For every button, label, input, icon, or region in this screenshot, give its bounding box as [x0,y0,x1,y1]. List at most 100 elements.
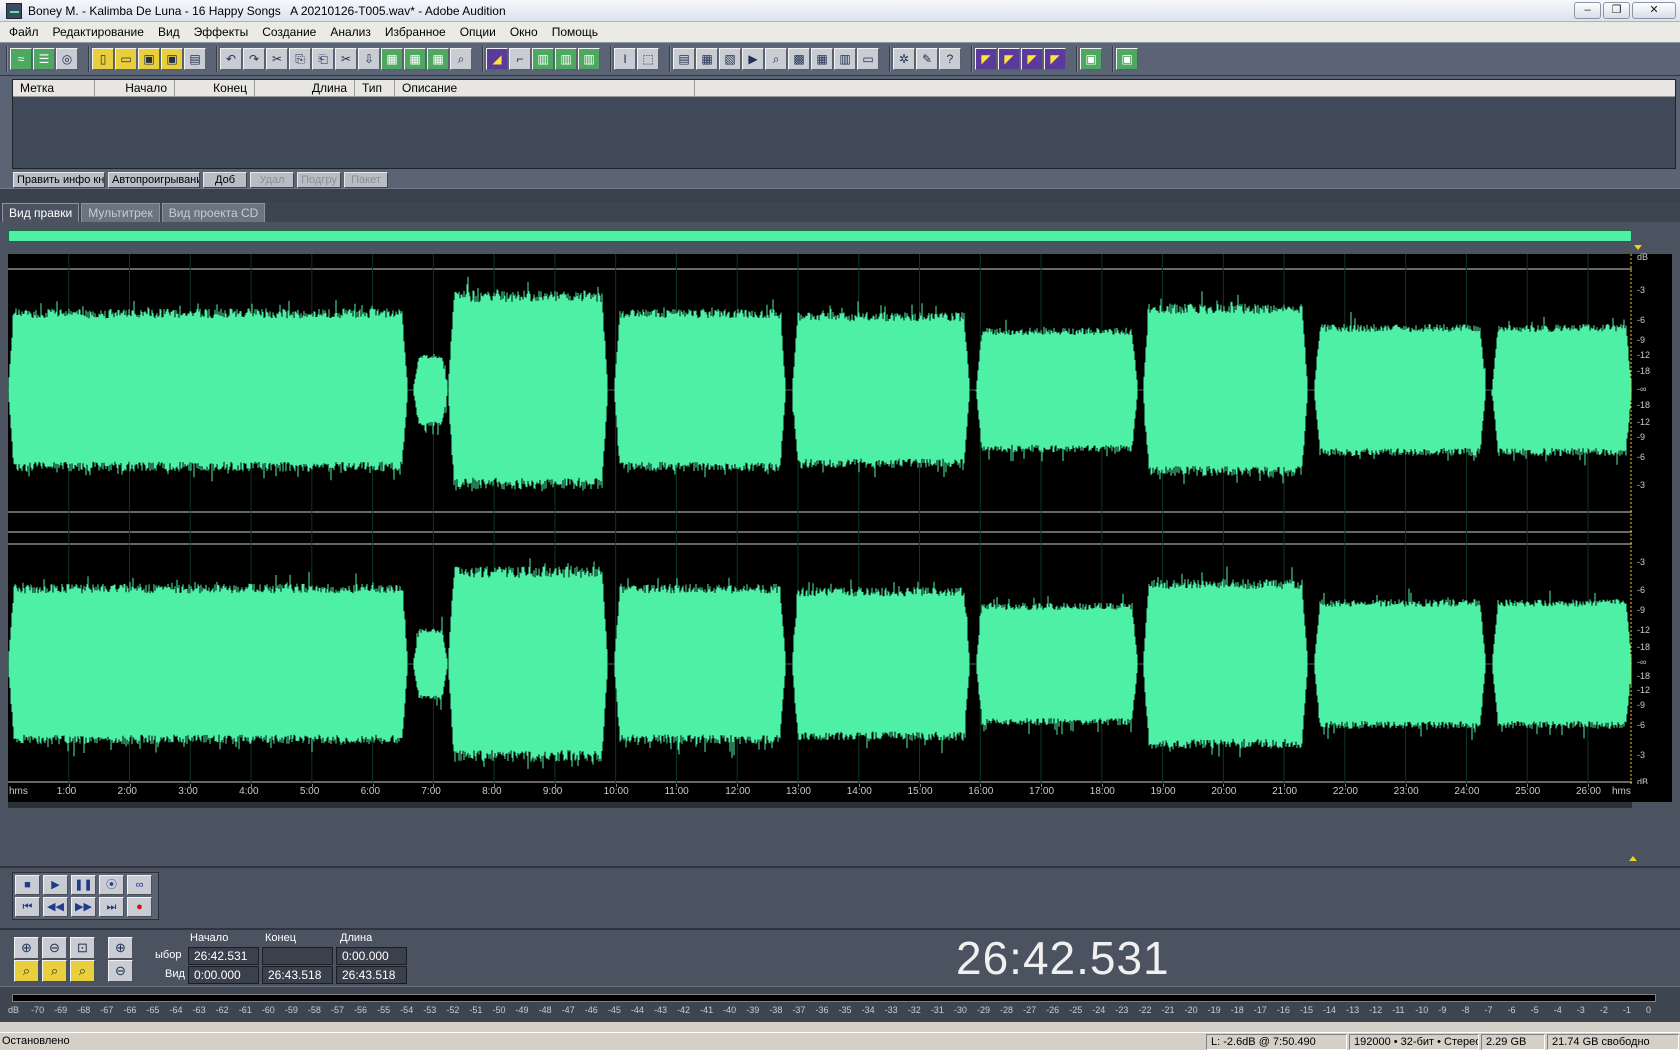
cue-column-label[interactable]: Метка [13,80,95,96]
favorite-2-icon[interactable]: ◤ [998,48,1020,70]
waveform-overview-bar[interactable] [8,230,1632,242]
add-cue-button[interactable]: Доб [203,172,247,188]
cd-burn-icon[interactable]: ▣ [1116,48,1138,70]
load-cue-button[interactable]: Подгру [297,172,341,188]
undo-icon[interactable]: ↶ [220,48,242,70]
open-file-icon[interactable]: ▭ [115,48,137,70]
menu-edit[interactable]: Редактирование [46,22,151,42]
tab-multitrack[interactable]: Мультитрек [81,203,160,222]
spectral-icon[interactable]: ▥ [555,48,577,70]
play-to-end-button[interactable]: ⦿ [99,875,124,895]
cd-view-icon[interactable]: ◎ [56,48,78,70]
minimize-button[interactable]: – [1574,2,1601,19]
level-meter-track[interactable] [12,994,1656,1002]
cut-icon[interactable]: ✂ [266,48,288,70]
cue-column-start[interactable]: Начало [95,80,175,96]
cue-list[interactable]: Метка Начало Конец Длина Тип Описание [12,79,1676,169]
paste-mix-icon[interactable]: ▦ [427,48,449,70]
stop-button[interactable]: ■ [15,875,40,895]
horizontal-scrollbar[interactable] [8,802,1632,808]
save-as-icon[interactable]: ▣ [161,48,183,70]
favorite-1-icon[interactable]: ◤ [975,48,997,70]
marquee-tool-icon[interactable]: ⬚ [637,48,659,70]
envelope-icon[interactable]: ◢ [486,48,508,70]
zoom-selection-icon[interactable]: ⌕ [70,960,95,982]
close-button[interactable]: ✕ [1632,2,1676,19]
zoom-in-vertical-icon[interactable]: ⊕ [108,937,133,959]
paste-new-icon[interactable]: ▦ [381,48,403,70]
zoom-display-icon[interactable]: ⌕ [765,48,787,70]
favorite-4-icon[interactable]: ◤ [1044,48,1066,70]
record-button[interactable]: ● [127,897,152,917]
panel-divider[interactable] [0,188,1680,202]
view-end-field[interactable]: 26:43.518 [262,966,333,984]
help-icon[interactable]: ? [939,48,961,70]
view-start-field[interactable]: 0:00.000 [188,966,259,984]
copy-icon[interactable]: ⎘ [289,48,311,70]
zoom-to-left-icon[interactable]: ⌕ [14,960,39,982]
selection-start-field[interactable]: 26:42.531 [188,947,259,965]
menu-options[interactable]: Опции [453,22,503,42]
tab-cd-project[interactable]: Вид проекта CD [161,203,266,222]
autoplay-button[interactable]: Автопроигрывани [108,172,200,188]
frequency-analysis-icon[interactable]: ▥ [834,48,856,70]
menu-favorites[interactable]: Избранное [378,22,453,42]
loop-button[interactable]: ∞ [127,875,152,895]
end-playhead-marker[interactable] [1629,856,1637,861]
time-selection-tool-icon[interactable]: I [614,48,636,70]
tab-edit-view[interactable]: Вид правки [2,203,80,222]
batch-icon[interactable]: ▣ [1080,48,1102,70]
zoom-in-horizontal-icon[interactable]: ⊕ [14,937,39,959]
paste-icon[interactable]: ⇩ [358,48,380,70]
zoom-out-horizontal-icon[interactable]: ⊖ [42,937,67,959]
delete-cue-button[interactable]: Удал [250,172,294,188]
cue-column-length[interactable]: Длина [255,80,355,96]
mix-paste-icon[interactable]: ▦ [404,48,426,70]
new-file-icon[interactable]: ▯ [92,48,114,70]
selection-length-field[interactable]: 0:00.000 [336,947,407,965]
zoom-out-vertical-icon[interactable]: ⊖ [108,960,133,982]
menu-effects[interactable]: Эффекты [187,22,256,42]
info-icon[interactable]: ▭ [857,48,879,70]
zoom-to-right-icon[interactable]: ⌕ [42,960,67,982]
spectral-display-icon[interactable]: ▦ [696,48,718,70]
go-to-end-button[interactable]: ⏭ [99,897,124,917]
play-button[interactable]: ▶ [43,875,68,895]
cue-column-end[interactable]: Конец [175,80,255,96]
redo-icon[interactable]: ↷ [243,48,265,70]
noise-reduction-icon[interactable]: ▥ [532,48,554,70]
menu-analyze[interactable]: Анализ [323,22,378,42]
overview-playhead-marker[interactable] [1634,245,1642,250]
menu-window[interactable]: Окно [503,22,545,42]
menu-view[interactable]: Вид [151,22,187,42]
multitrack-view-icon[interactable]: ☰ [33,48,55,70]
phase-display-icon[interactable]: ▶ [742,48,764,70]
scripts-icon[interactable]: ✎ [916,48,938,70]
save-icon[interactable]: ▣ [138,48,160,70]
grid-icon[interactable]: ▦ [811,48,833,70]
restore-button[interactable]: ❐ [1603,2,1630,19]
fast-forward-button[interactable]: ▶▶ [71,897,96,917]
batch-cue-button[interactable]: Пакет [344,172,388,188]
fade-icon[interactable]: ⌐ [509,48,531,70]
menu-generate[interactable]: Создание [255,22,323,42]
view-length-field[interactable]: 26:43.518 [336,966,407,984]
edit-view-icon[interactable]: ≈ [10,48,32,70]
menu-help[interactable]: Помощь [545,22,605,42]
selection-end-field[interactable] [262,947,333,965]
go-to-start-button[interactable]: ⏮ [15,897,40,917]
menu-file[interactable]: Файл [2,22,46,42]
pause-button[interactable]: ❚❚ [71,875,96,895]
edit-cue-info-button[interactable]: Править инфо кн [13,172,105,188]
cue-column-type[interactable]: Тип [355,80,395,96]
zoom-full-icon[interactable]: ⊡ [70,937,95,959]
pan-display-icon[interactable]: ▧ [719,48,741,70]
equalizer-icon[interactable]: ▥ [578,48,600,70]
waveform-display-icon[interactable]: ▤ [673,48,695,70]
snap-icon[interactable]: ▩ [788,48,810,70]
rewind-button[interactable]: ◀◀ [43,897,68,917]
favorite-3-icon[interactable]: ◤ [1021,48,1043,70]
settings-icon[interactable]: ✲ [893,48,915,70]
trim-icon[interactable]: ✂ [335,48,357,70]
waveform-display[interactable] [8,254,1632,784]
